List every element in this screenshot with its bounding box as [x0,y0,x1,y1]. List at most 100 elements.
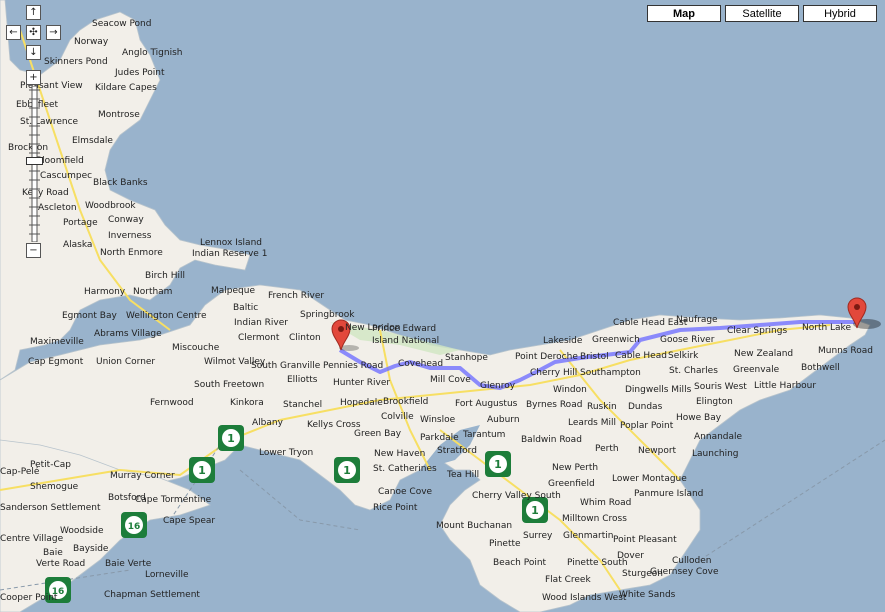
place-label: Byrnes Road [526,400,582,410]
place-label: Northam [133,287,172,297]
place-label: Shemogue [30,482,79,492]
place-label: Hunter River [333,378,390,388]
place-label: Wellington Centre [126,311,207,321]
place-label: Lakeside [543,336,583,346]
place-label: Mill Cove [430,375,471,385]
svg-text:1: 1 [198,464,206,477]
place-label: Glenroy [480,381,516,391]
place-label: Milltown Cross [562,514,627,524]
place-label: Flat Creek [545,575,591,585]
place-label: Clermont [238,333,280,343]
place-label: Kellys Cross [307,420,361,430]
place-label: Portage [63,218,98,228]
place-label: Greenfield [548,479,595,489]
place-label: Brookfield [383,397,428,407]
place-label: Elmsdale [72,136,113,146]
zoom-slider-thumb[interactable] [26,157,43,166]
place-label: Windon [553,385,587,395]
place-label: Seacow Pond [92,19,151,29]
pan-down-button[interactable]: ↓ [26,45,41,60]
place-label: Baltic [233,303,258,313]
place-label: Selkirk [668,351,699,361]
place-label: Verte Road [36,559,85,569]
place-label: Cherry Valley South [472,491,561,501]
place-label: French River [268,291,324,301]
place-label: St. Charles [669,366,718,376]
place-label: Cooper Point [0,593,58,603]
place-label: Newport [638,446,677,456]
place-label: Baie Verte [105,559,152,569]
place-label: Lennox Island [200,238,262,248]
place-label: Pinette [489,539,521,549]
place-label: Stanhope [445,353,488,363]
place-label: Conway [108,215,144,225]
place-label: Wood Islands West [542,593,627,603]
place-label: Souris West [694,382,747,392]
zoom-in-button[interactable]: + [26,70,41,85]
place-label: Baldwin Road [521,435,582,445]
place-label: Woodbrook [85,201,136,211]
map-type-hybrid-button[interactable]: Hybrid [803,5,877,22]
map-type-map-button[interactable]: Map [647,5,721,22]
place-label: Fernwood [150,398,194,408]
svg-text:1: 1 [531,504,539,517]
place-label: Point Deroche [515,352,578,362]
place-label: Fort Augustus [455,399,518,409]
pan-center-button[interactable]: ✣ [26,25,41,40]
place-label: Anglo Tignish [122,48,182,58]
place-label: Canoe Cove [378,487,433,497]
place-label: Greenwich [592,335,640,345]
place-label: Malpeque [211,286,255,296]
place-label: Dundas [628,402,663,412]
place-label: Lorneville [145,570,189,580]
pan-up-button[interactable]: ↑ [26,5,41,20]
place-label: Pennies Road [323,361,383,371]
place-label: Sturgeon [622,569,663,579]
pan-right-button[interactable]: → [46,25,61,40]
place-label: St. Catherines [373,464,437,474]
place-label: Woodside [60,526,104,536]
place-label: Petit-Cap [30,460,71,470]
place-label: Howe Bay [676,413,722,423]
place-label: Black Banks [93,178,148,188]
place-label: Launching [692,449,739,459]
map-type-satellite-button[interactable]: Satellite [725,5,799,22]
place-label: Rice Point [373,503,418,513]
place-label: Glenmartin [563,531,613,541]
place-label: Whim Road [580,498,631,508]
highway-shield: 16 [121,512,147,538]
place-label: New Perth [552,463,598,473]
map-canvas[interactable]: 1 1 1 1 1 16 16 Seacow PondNorwayAnglo T… [0,0,885,612]
place-label: Elington [696,397,733,407]
highway-shield: 1 [334,457,360,483]
place-label: Leards Mill [568,418,616,428]
place-label: Maximeville [30,337,84,347]
place-label: Perth [595,444,619,454]
place-label: Alaska [63,240,92,250]
svg-text:16: 16 [128,522,141,532]
place-label: Annandale [694,432,743,442]
place-label: Greenvale [733,365,780,375]
place-label: South Granville [251,361,321,371]
svg-text:1: 1 [343,464,351,477]
svg-text:1: 1 [494,458,502,471]
place-label: Springbrook [300,310,355,320]
place-label: Bristol [580,352,609,362]
pan-left-button[interactable]: ← [6,25,21,40]
place-label: White Sands [619,590,676,600]
place-label: Elliotts [287,375,318,385]
place-label: Tea Hill [446,470,479,480]
place-label: Culloden [672,556,711,566]
place-label: Parkdale [420,433,459,443]
place-label: Murray Corner [110,471,175,481]
place-label: Indian River [234,318,288,328]
place-label: Stratford [437,446,477,456]
zoom-out-button[interactable]: − [26,243,41,258]
highway-shield: 1 [189,457,215,483]
place-label: Poplar Point [620,421,674,431]
place-label: Harmony [84,287,126,297]
place-label: Colville [381,412,414,422]
place-label: Bayside [73,544,109,554]
place-label: North Enmore [100,248,163,258]
place-label: Panmure Island [634,489,703,499]
